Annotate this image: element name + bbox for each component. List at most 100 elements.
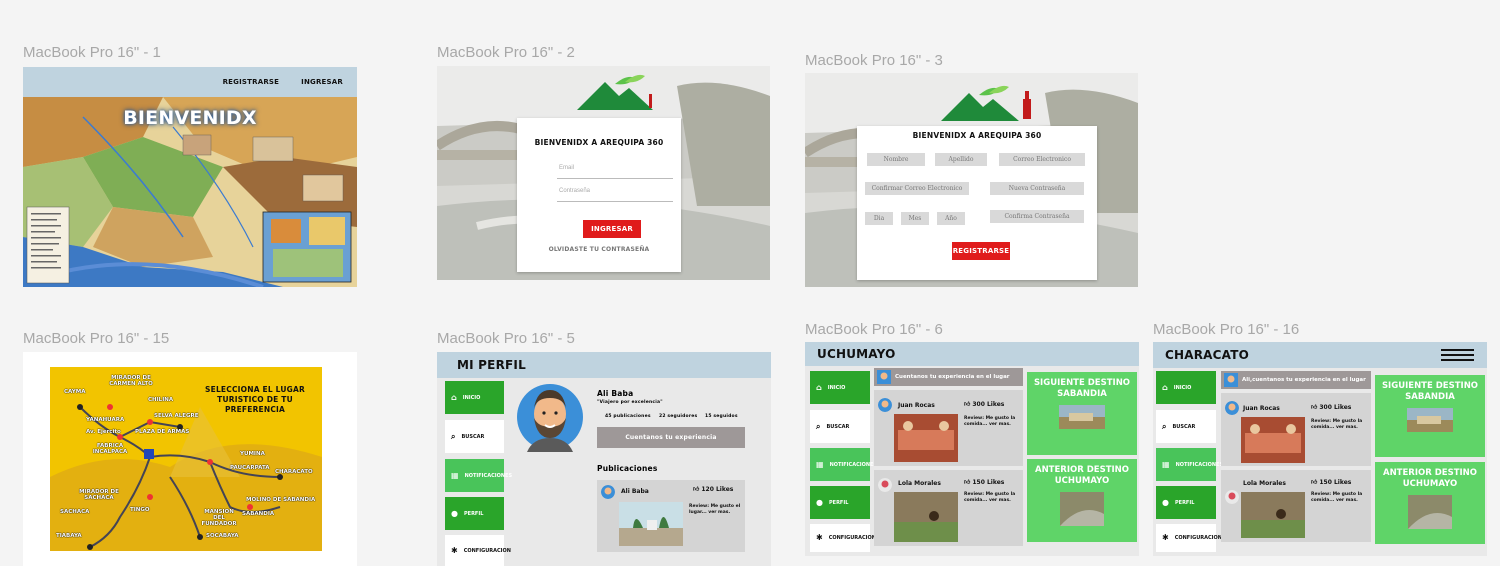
- previous-destination-button[interactable]: ANTERIOR DESTINO UCHUMAYO: [1027, 459, 1137, 542]
- post-card[interactable]: Ali Baba 👍︎ 120 Likes Review: Me gusto e…: [597, 480, 745, 552]
- place-av-ejercito[interactable]: Av. Ejercito: [86, 429, 121, 435]
- frame-label-6[interactable]: MacBook Pro 16" - 6: [805, 321, 943, 338]
- avatar: [878, 478, 892, 492]
- sidebar-item-notificaciones[interactable]: ▦ NOTIFICACIONES: [1156, 448, 1223, 481]
- frame-login[interactable]: BIENVENIDX A AREQUIPA 360 Email Contrase…: [437, 66, 770, 280]
- sidebar-item-notificaciones[interactable]: ▦ NOTIFICACIONES: [810, 448, 877, 481]
- password-field[interactable]: Contraseña: [557, 188, 673, 202]
- sidebar-item-configuracion[interactable]: ✱ CONFIGURACION: [810, 524, 876, 552]
- frame-destination-map[interactable]: SELECCIONA EL LUGAR TURISTICO DE TU PREF…: [23, 352, 357, 566]
- place-tiabaya[interactable]: TIABAYA: [56, 533, 82, 539]
- post-likes[interactable]: 👍︎ 150 Likes: [1311, 478, 1351, 486]
- thumbs-up-icon: 👍︎: [1311, 404, 1318, 411]
- sidebar-item-perfil[interactable]: ● PERFIL: [810, 486, 870, 519]
- post-photo: [1241, 492, 1305, 538]
- post-likes[interactable]: 👍︎ 120 Likes: [693, 485, 733, 493]
- place-molino-sabandia[interactable]: MOLINO DE SABANDIA: [246, 497, 315, 503]
- confirm-email-field[interactable]: Confirmar Correo Electronico: [865, 182, 969, 195]
- post-likes[interactable]: 👍︎ 300 Likes: [964, 400, 1004, 408]
- sidebar-item-inicio[interactable]: ⌂ INICIO: [810, 371, 870, 404]
- place-mirador-carmen-alto[interactable]: MIRADOR DE CARMEN ALTO: [106, 375, 156, 387]
- previous-destination-button[interactable]: ANTERIOR DESTINO UCHUMAYO: [1375, 462, 1485, 544]
- place-tingo[interactable]: TINGO: [130, 507, 150, 513]
- gear-icon: ✱: [816, 533, 823, 542]
- place-characato[interactable]: CHARACATO: [275, 469, 313, 475]
- post-card[interactable]: Juan Rocas 👍︎ 300 Likes Review: Me gusto…: [1221, 393, 1371, 466]
- place-selva-alegre[interactable]: SELVA ALEGRE: [154, 413, 199, 419]
- register-button[interactable]: REGISTRARSE: [952, 242, 1010, 260]
- register-link[interactable]: REGISTRARSE: [223, 78, 280, 86]
- sidebar-item-buscar[interactable]: ⌕ BUSCAR: [445, 420, 504, 453]
- month-field[interactable]: Mes: [901, 212, 929, 225]
- sidebar-item-inicio[interactable]: ⌂ INICIO: [1156, 371, 1216, 404]
- post-review[interactable]: Review: Me gusto la comida... ver mas.: [1311, 419, 1367, 431]
- frame-register[interactable]: BIENVENIDX A AREQUIPA 360 Nombre Apellid…: [805, 73, 1138, 287]
- place-yumina[interactable]: YUMINA: [240, 451, 265, 457]
- post-review[interactable]: Review: Me gusto la comida... ver mas.: [964, 492, 1018, 504]
- sidebar-item-configuracion[interactable]: ✱ CONFIGURACION: [445, 535, 511, 566]
- sidebar-item-notificaciones[interactable]: ▦ NOTIFICACIONES: [445, 459, 512, 492]
- next-destination-button[interactable]: SIGUIENTE DESTINO SABANDIA: [1027, 372, 1137, 455]
- forgot-password-link[interactable]: OLVIDASTE TU CONTRASEÑA: [517, 246, 681, 253]
- place-chilina[interactable]: CHILINA: [148, 397, 173, 403]
- next-destination-label: SIGUIENTE DESTINO: [1381, 381, 1479, 391]
- login-link[interactable]: INGRESAR: [301, 78, 343, 86]
- sidebar-item-buscar[interactable]: ⌕ BUSCAR: [810, 410, 870, 443]
- email-field[interactable]: Correo Electronico: [999, 153, 1085, 166]
- frame-label-16[interactable]: MacBook Pro 16" - 16: [1153, 321, 1299, 338]
- frame-welcome[interactable]: REGISTRARSE INGRESAR BIENVENIDX: [23, 67, 357, 287]
- frame-label-1[interactable]: MacBook Pro 16" - 1: [23, 44, 161, 61]
- first-name-field[interactable]: Nombre: [867, 153, 925, 166]
- place-sabandia[interactable]: SABANDIA: [242, 511, 274, 517]
- frame-destination-characato[interactable]: CHARACATO ⌂ INICIO ⌕ BUSCAR ▦ NOTIFICACIONE…: [1153, 342, 1487, 556]
- place-fabrica-incalpaca[interactable]: FABRICA INCALPACA: [90, 443, 130, 455]
- frame-label-2[interactable]: MacBook Pro 16" - 2: [437, 44, 575, 61]
- post-likes[interactable]: 👍︎ 300 Likes: [1311, 403, 1351, 411]
- sidebar-item-buscar[interactable]: ⌕ BUSCAR: [1156, 410, 1216, 443]
- post-review[interactable]: Review: Me gusto la comida... ver mas.: [964, 416, 1018, 428]
- year-field[interactable]: Año: [937, 212, 965, 225]
- frame-label-5[interactable]: MacBook Pro 16" - 5: [437, 330, 575, 347]
- next-destination-label: SIGUIENTE DESTINO: [1033, 378, 1131, 388]
- place-cayma[interactable]: CAYMA: [64, 389, 85, 395]
- previous-destination-label: ANTERIOR DESTINO: [1034, 465, 1130, 475]
- last-name-field[interactable]: Apellido: [935, 153, 987, 166]
- confirm-password-field[interactable]: Confirma Contraseña: [990, 210, 1084, 223]
- place-socabaya[interactable]: SOCABAYA: [206, 533, 239, 539]
- post-review[interactable]: Review: Me gusto la comida... ver mas.: [1311, 492, 1367, 504]
- frame-destination-uchumayo[interactable]: UCHUMAYO ⌂ INICIO ⌕ BUSCAR ▦ NOTIFICACIONES…: [805, 342, 1139, 556]
- place-sachaca[interactable]: SACHACA: [60, 509, 89, 515]
- frame-label-3[interactable]: MacBook Pro 16" - 3: [805, 52, 943, 69]
- new-password-field[interactable]: Nueva Contraseña: [990, 182, 1084, 195]
- post-author: Juan Rocas: [1243, 405, 1280, 412]
- search-icon: ⌕: [1162, 421, 1167, 431]
- place-mansion-del-fundador[interactable]: MANSION DEL FUNDADOR: [198, 509, 240, 527]
- place-plaza-de-armas[interactable]: PLAZA DE ARMAS: [135, 429, 189, 435]
- share-experience-bar[interactable]: Cuentanos tu experiencia en el lugar: [874, 368, 1023, 386]
- next-destination-button[interactable]: SIGUIENTE DESTINO SABANDIA: [1375, 375, 1485, 457]
- frame-profile[interactable]: MI PERFIL ⌂ INICIO ⌕ BUSCAR ▦ NOTIFICACIONE…: [437, 352, 771, 566]
- sidebar-item-configuracion[interactable]: ✱ CONFIGURACION: [1156, 524, 1222, 552]
- place-paucarpata[interactable]: PAUCARPATA: [230, 465, 270, 471]
- previous-destination-place: UCHUMAYO: [1402, 479, 1458, 489]
- frame-label-15[interactable]: MacBook Pro 16" - 15: [23, 330, 169, 347]
- sidebar-label: CONFIGURACION: [828, 535, 876, 541]
- post-author: Lola Morales: [1243, 480, 1286, 487]
- login-button[interactable]: INGRESAR: [583, 220, 641, 238]
- post-review[interactable]: Review: Me gusto el lugar... ver mas.: [689, 504, 741, 516]
- sidebar-item-inicio[interactable]: ⌂ INICIO: [445, 381, 504, 414]
- design-canvas: MacBook Pro 16" - 1 REGISTRARSE INGRESAR…: [0, 0, 1500, 566]
- email-field[interactable]: Email: [557, 165, 673, 179]
- share-experience-button[interactable]: Cuentanos tu experiencia: [597, 427, 745, 448]
- place-mirador-sachaca[interactable]: MIRADOR DE SACHACA: [76, 489, 122, 501]
- post-card[interactable]: Lola Morales 👍︎ 150 Likes Review: Me gus…: [874, 470, 1023, 546]
- place-yanahuara[interactable]: YANAHUARA: [86, 417, 124, 423]
- post-card[interactable]: Juan Rocas 👍︎ 300 Likes Review: Me gusto…: [874, 390, 1023, 466]
- post-card[interactable]: Lola Morales 👍︎ 150 Likes Review: Me gus…: [1221, 470, 1371, 542]
- post-likes[interactable]: 👍︎ 150 Likes: [964, 478, 1004, 486]
- hamburger-menu-icon[interactable]: [1441, 348, 1474, 362]
- sidebar-item-perfil[interactable]: ● PERFIL: [1156, 486, 1216, 519]
- day-field[interactable]: Dia: [865, 212, 893, 225]
- share-experience-bar[interactable]: Ali,cuentanos tu experiencia en el lugar: [1221, 371, 1371, 389]
- sidebar-item-perfil[interactable]: ● PERFIL: [445, 497, 504, 530]
